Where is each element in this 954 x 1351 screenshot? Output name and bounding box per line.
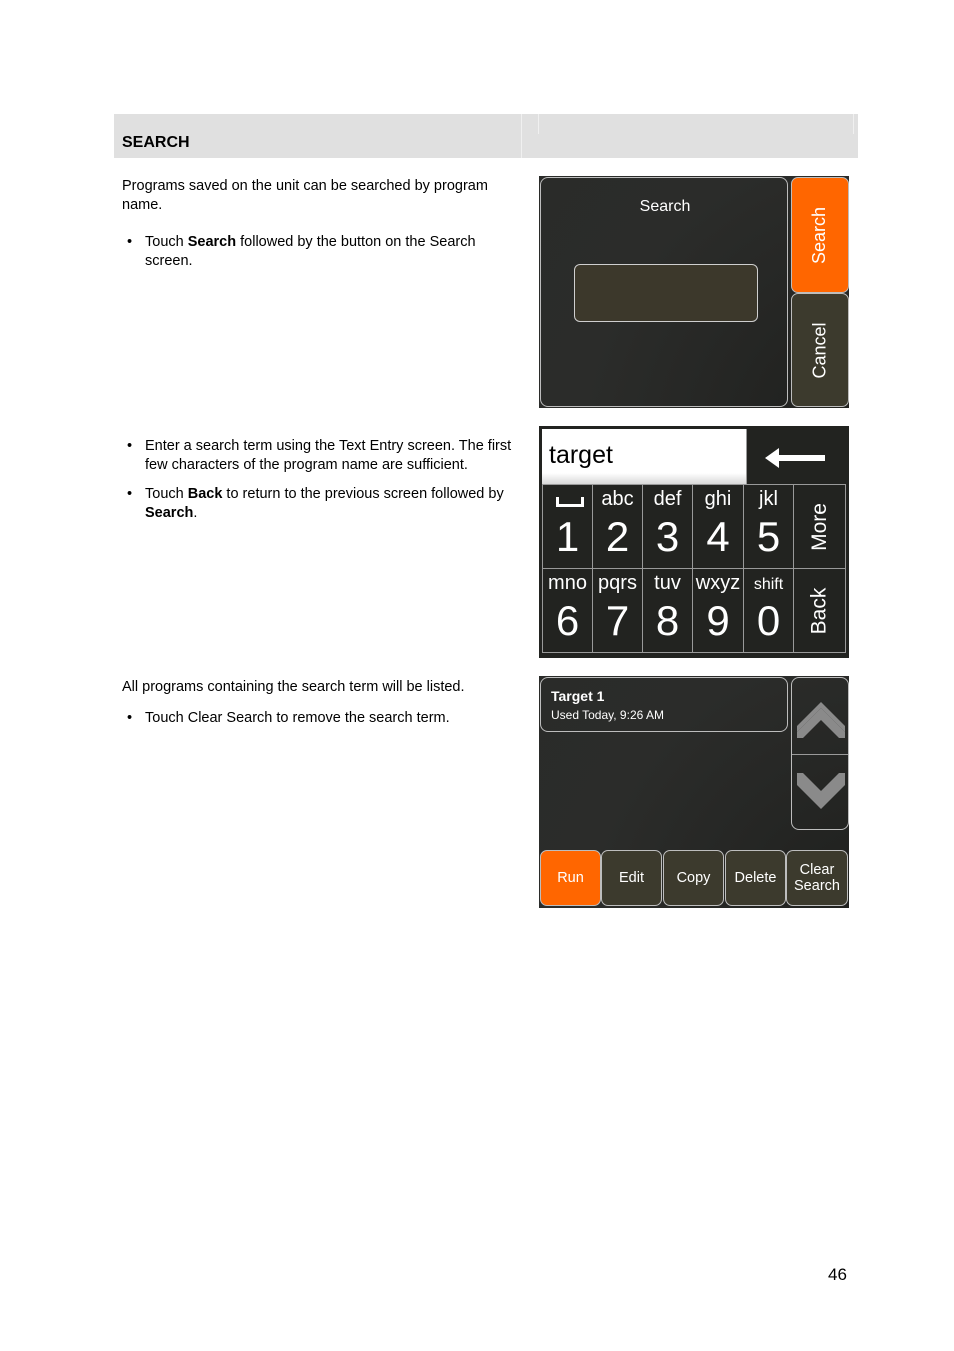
key-digit: 4 bbox=[706, 513, 730, 560]
backspace-button[interactable] bbox=[746, 429, 846, 484]
section-title: SEARCH bbox=[122, 134, 190, 151]
text-entry-screen: target 1 abc 2 def 3 ghi 4 jkl 5 More mno 6 p… bbox=[539, 426, 849, 658]
edit-button[interactable]: Edit bbox=[601, 850, 662, 906]
search-button-label: Search bbox=[809, 206, 830, 264]
text: Touch Clear Search to remove the search … bbox=[145, 709, 450, 726]
edit-label: Edit bbox=[619, 870, 644, 886]
program-last-used: Used Today, 9:26 AM bbox=[551, 708, 664, 722]
key-digit: 2 bbox=[605, 513, 630, 560]
result-list-item[interactable]: Target 1 Used Today, 9:26 AM bbox=[540, 677, 788, 732]
search-button[interactable]: Search bbox=[791, 177, 849, 293]
keypad: 1 abc 2 def 3 ghi 4 jkl 5 More mno 6 pqrs 7 tu… bbox=[542, 484, 846, 654]
run-label: Run bbox=[557, 870, 584, 886]
key-digit: 7 bbox=[605, 597, 630, 644]
cancel-button-label: Cancel bbox=[809, 321, 830, 379]
search-screen-title: Search bbox=[639, 198, 691, 215]
copy-button[interactable]: Copy bbox=[663, 850, 724, 906]
scroll-down-button[interactable] bbox=[792, 755, 848, 831]
header-divider bbox=[853, 114, 854, 134]
back-button-label: Back bbox=[807, 587, 831, 634]
key-letters: abc bbox=[601, 488, 634, 510]
chevron-down-icon bbox=[797, 773, 845, 809]
key-letters: pqrs bbox=[598, 572, 637, 594]
header-divider bbox=[521, 114, 522, 158]
instructions-block-3: All programs containing the search term … bbox=[122, 678, 527, 727]
text: . bbox=[193, 504, 198, 521]
key-letters: jkl bbox=[759, 488, 778, 510]
section-header: SEARCH bbox=[114, 114, 858, 158]
clear-label: Clear bbox=[799, 862, 835, 878]
chevron-up-icon bbox=[797, 702, 845, 738]
header-divider bbox=[538, 114, 539, 134]
more-button-label: More bbox=[807, 502, 831, 551]
search-input[interactable] bbox=[574, 264, 758, 322]
key-letters: tuv bbox=[654, 572, 681, 594]
bold-text: Back bbox=[187, 486, 223, 502]
clear-label: Search bbox=[794, 878, 840, 894]
scroll-control bbox=[791, 677, 849, 830]
key-7[interactable]: pqrs 7 bbox=[592, 568, 643, 653]
bullet-item: Touch Clear Search to remove the search … bbox=[122, 709, 527, 728]
back-button[interactable]: Back bbox=[793, 568, 846, 653]
key-digit: 8 bbox=[655, 597, 680, 644]
key-8[interactable]: tuv 8 bbox=[642, 568, 693, 653]
bullet-item: Touch Back to return to the previous scr… bbox=[122, 485, 527, 522]
key-2[interactable]: abc 2 bbox=[592, 484, 643, 569]
key-0[interactable]: shift 0 bbox=[743, 568, 794, 653]
key-3[interactable]: def 3 bbox=[642, 484, 693, 569]
key-digit: 0 bbox=[756, 597, 781, 644]
search-panel: Search bbox=[540, 177, 788, 407]
text: to return to the previous screen followe… bbox=[222, 486, 504, 502]
text-entry-field[interactable]: target bbox=[542, 429, 746, 484]
search-screen: Search Search Cancel bbox=[539, 176, 849, 408]
key-letters: ghi bbox=[704, 488, 732, 510]
space-icon bbox=[556, 497, 584, 507]
delete-button[interactable]: Delete bbox=[725, 850, 786, 906]
left-arrow-icon bbox=[765, 448, 825, 468]
entry-value: target bbox=[549, 441, 613, 469]
instructions-block-1: Programs saved on the unit can be search… bbox=[122, 177, 527, 270]
clear-search-button[interactable]: Clear Search bbox=[786, 850, 848, 906]
program-name: Target 1 bbox=[551, 688, 605, 704]
key-digit: 6 bbox=[555, 597, 580, 644]
instructions-block-2: Enter a search term using the Text Entry… bbox=[122, 437, 527, 522]
key-digit: 5 bbox=[756, 513, 781, 560]
key-letters: def bbox=[653, 488, 682, 510]
key-letters: mno bbox=[548, 572, 587, 594]
cancel-button[interactable]: Cancel bbox=[791, 293, 849, 407]
key-letters: wxyz bbox=[695, 572, 741, 594]
delete-label: Delete bbox=[734, 870, 777, 886]
key-4[interactable]: ghi 4 bbox=[692, 484, 744, 569]
key-digit: 9 bbox=[706, 597, 730, 644]
key-1[interactable]: 1 bbox=[542, 484, 593, 569]
run-button[interactable]: Run bbox=[540, 850, 601, 906]
text: Touch bbox=[145, 234, 188, 250]
bullet-item: Touch Search followed by the button on t… bbox=[122, 233, 527, 270]
key-digit: 3 bbox=[655, 513, 680, 560]
intro-text: All programs containing the search term … bbox=[122, 679, 465, 695]
key-6[interactable]: mno 6 bbox=[542, 568, 593, 653]
text: Enter a search term using the Text Entry… bbox=[145, 438, 512, 473]
bold-text: Search bbox=[187, 234, 237, 250]
key-5[interactable]: jkl 5 bbox=[743, 484, 794, 569]
results-screen: Target 1 Used Today, 9:26 AM Run Edit Co… bbox=[539, 676, 849, 908]
intro-text: Programs saved on the unit can be search… bbox=[122, 178, 488, 213]
key-digit: 1 bbox=[555, 513, 580, 560]
page-number: 46 bbox=[828, 1265, 847, 1284]
scroll-up-button[interactable] bbox=[792, 678, 848, 754]
text: Touch bbox=[145, 486, 188, 502]
more-button[interactable]: More bbox=[793, 484, 846, 569]
bullet-item: Enter a search term using the Text Entry… bbox=[122, 437, 527, 474]
key-letters: shift bbox=[753, 576, 784, 593]
bold-text: Search bbox=[145, 504, 194, 521]
key-9[interactable]: wxyz 9 bbox=[692, 568, 744, 653]
copy-label: Copy bbox=[676, 870, 711, 886]
